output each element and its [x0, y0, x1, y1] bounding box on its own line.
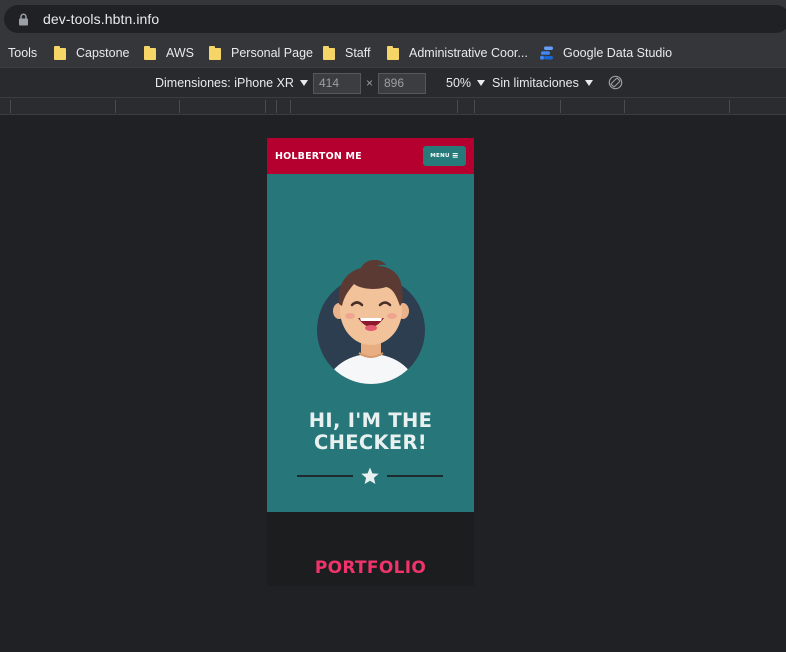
- ruler-tick: [115, 100, 116, 113]
- bookmark-capstone[interactable]: Capstone: [54, 38, 130, 67]
- ruler-tick: [729, 100, 730, 113]
- ruler-tick: [560, 100, 561, 113]
- hamburger-icon: ≡: [451, 151, 459, 160]
- folder-icon: [387, 45, 399, 60]
- site-brand[interactable]: HOLBERTON ME: [275, 151, 362, 162]
- folder-icon: [209, 45, 221, 60]
- bookmark-label: Capstone: [76, 45, 130, 60]
- menu-button[interactable]: MENU ≡: [423, 146, 466, 166]
- star-divider: [297, 467, 443, 484]
- device-toolbar: Dimensiones: iPhone XR 414 × 896 50% Sin…: [0, 67, 786, 98]
- media-query-ruler: [0, 98, 786, 115]
- caret-down-icon: [477, 79, 486, 86]
- bookmark-label: AWS: [166, 45, 195, 60]
- bookmark-administrative[interactable]: Administrative Coor...: [387, 38, 528, 67]
- throttling-label: Sin limitaciones: [492, 75, 579, 90]
- rotate-icon[interactable]: [608, 68, 623, 97]
- folder-icon: [323, 45, 335, 60]
- hero-title: HI, I'M THE CHECKER!: [267, 410, 474, 454]
- zoom-dropdown[interactable]: 50%: [446, 68, 486, 97]
- hero-title-line-2: CHECKER!: [313, 431, 427, 454]
- bookmark-label: Staff: [345, 45, 371, 60]
- star-icon: [361, 467, 379, 484]
- avatar: [317, 260, 425, 384]
- bookmark-label: Google Data Studio: [563, 45, 673, 60]
- ruler-tick: [276, 100, 277, 113]
- hero-title-line-1: HI, I'M THE: [308, 409, 433, 432]
- dimension-separator: ×: [366, 76, 374, 90]
- portfolio-title: PORTFOLIO: [314, 558, 427, 578]
- caret-down-icon: [584, 79, 593, 86]
- ruler-tick: [457, 100, 458, 113]
- portfolio-section: PORTFOLIO: [267, 512, 474, 586]
- ruler-tick: [290, 100, 291, 113]
- bookmarks-bar: Tools Capstone AWS Personal Page Staff A…: [0, 38, 786, 67]
- bookmark-staff[interactable]: Staff: [323, 38, 370, 67]
- bookmark-aws[interactable]: AWS: [144, 38, 194, 67]
- folder-icon: [144, 45, 156, 60]
- ruler-tick: [265, 100, 266, 113]
- folder-icon: [54, 45, 66, 60]
- device-viewport: HOLBERTON ME MENU ≡ HI, I'M THE CHECKER!…: [267, 138, 474, 586]
- omnibox[interactable]: dev-tools.hbtn.info: [4, 5, 786, 33]
- throttling-dropdown[interactable]: Sin limitaciones: [492, 68, 593, 97]
- width-input[interactable]: 414: [313, 73, 361, 94]
- ruler-tick: [474, 100, 475, 113]
- menu-label: MENU: [430, 153, 450, 159]
- bookmark-personal-page[interactable]: Personal Page: [209, 38, 313, 67]
- bookmark-google-data-studio[interactable]: Google Data Studio: [539, 38, 672, 67]
- height-input[interactable]: 896: [378, 73, 426, 94]
- hero-section: HI, I'M THE CHECKER!: [267, 174, 474, 512]
- ruler-tick: [10, 100, 11, 113]
- bookmark-label: Administrative Coor...: [409, 45, 528, 60]
- site-header: HOLBERTON ME MENU ≡: [267, 138, 474, 174]
- bookmark-label: Personal Page: [231, 45, 314, 60]
- lock-icon[interactable]: [14, 10, 32, 28]
- device-dimensions-label: Dimensiones: iPhone XR: [155, 75, 294, 90]
- caret-down-icon: [299, 79, 308, 86]
- address-bar: dev-tools.hbtn.info: [0, 0, 786, 38]
- url-text[interactable]: dev-tools.hbtn.info: [43, 11, 159, 27]
- zoom-label: 50%: [446, 75, 472, 90]
- data-studio-icon: [539, 46, 554, 60]
- bookmark-label: Tools: [8, 45, 38, 60]
- device-dimensions-dropdown[interactable]: Dimensiones: iPhone XR: [155, 68, 308, 97]
- bookmark-tools[interactable]: Tools: [8, 38, 37, 67]
- ruler-tick: [179, 100, 180, 113]
- ruler-tick: [624, 100, 625, 113]
